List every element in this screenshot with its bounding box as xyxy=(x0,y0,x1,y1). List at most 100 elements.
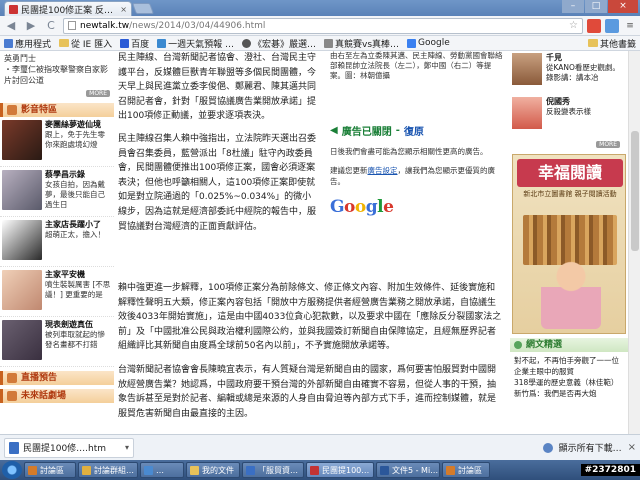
featured-link[interactable]: 新竹爲：我們是否再大炮 xyxy=(514,388,624,399)
start-button[interactable] xyxy=(2,461,22,479)
bookmark-star-icon[interactable]: ☆ xyxy=(569,20,578,31)
vertical-scrollbar[interactable] xyxy=(628,51,640,434)
apps-icon xyxy=(4,38,13,48)
chevron-down-icon[interactable]: ▾ xyxy=(125,443,129,452)
taskbar-item-active[interactable]: 民團提100… xyxy=(306,462,374,478)
left-top-text[interactable]: 英勇鬥士 ・李璽仁被指攻擊警察自家影片討回公道 xyxy=(0,51,114,88)
close-window-button[interactable]: × xyxy=(608,0,638,13)
watermark-badge: #2372801 xyxy=(580,464,640,476)
list-item[interactable]: 現表劍遊真伍 被列車取就起的慘發名畫都不打錯 xyxy=(0,317,114,367)
taskbar-item[interactable]: 文件5 - Mi… xyxy=(376,462,440,478)
taskbar-item[interactable]: 討論區 xyxy=(442,462,490,478)
baidu-icon xyxy=(120,38,130,48)
bookmark-weather[interactable]: 一週天氣預報 … xyxy=(157,37,234,50)
google-logo: Google xyxy=(330,197,394,217)
undo-link[interactable]: 復原 xyxy=(404,123,424,138)
tab-strip: 民團提100修正案 反… × – □ × xyxy=(0,0,640,16)
bookmark-apps[interactable]: 應用程式 xyxy=(4,37,51,50)
more-button[interactable]: MORE xyxy=(596,141,620,148)
article-paragraph-2: 民主陣線召集人賴中強指出，立法院昨天選出召委員會召集委員，藍營派出「8杜議」駐守… xyxy=(118,133,317,232)
featured-list: 對不起，不再怕手旁觀了一一位企業主眼中的服貿 318學運的歷史意義（林佳範） 新… xyxy=(510,352,628,402)
thumbnail xyxy=(2,120,42,160)
list-item[interactable]: 主家店長躍小了 超萌正太，擔入！ xyxy=(0,217,114,267)
bookmark-baidu[interactable]: 百度 xyxy=(120,37,149,50)
taskbar-item[interactable]: 討論區 xyxy=(24,462,76,478)
show-all-downloads[interactable]: 顯示所有下載… xyxy=(542,441,622,454)
extension-icon[interactable] xyxy=(587,18,601,33)
reload-button[interactable]: C xyxy=(43,18,59,34)
article-paragraph-4: 台灣新聞記者協會會長陳曉宜表示，有人質疑台灣是新聞自由的國家，爲何要害怕服貿對中… xyxy=(118,365,497,419)
list-item[interactable]: 主家平安機 噴生裝製厲害 [不思議！] 更重要的是 xyxy=(0,267,114,317)
banner-subtitle: 新北市立圖書館 親子閱讀活動 xyxy=(523,190,617,198)
banner-title: 幸福閱讀 xyxy=(517,159,623,187)
right-list-item[interactable]: 千見 從KANO看歷史觀劇。錄影講：講本冶 xyxy=(510,51,628,95)
ad-settings-link[interactable]: 廣告設定 xyxy=(368,166,398,175)
ad-area: 由右至左為立委陳其邁、民主陣線、勞動黨國會聯絡部賴昆帥立法院長（左二），鄭中國（… xyxy=(330,51,505,281)
featured-link[interactable]: 318學運的歷史意義（林佳範） xyxy=(514,377,624,388)
tab-close-icon[interactable]: × xyxy=(120,5,127,14)
windows-taskbar: 討論區 討論群組… … 我的文件 「服貿資… 民團提100… 文件5 - Mi…… xyxy=(0,460,640,480)
page-icon xyxy=(324,38,333,48)
arrow-left-icon: ◀ xyxy=(330,125,338,136)
list-item[interactable]: 蔡學昌示錄 女孩自拍，因為戴夢，最後只能自己過生日 xyxy=(0,167,114,217)
download-item[interactable]: 民團提100修….htm ▾ xyxy=(4,437,134,458)
right-sidebar: 千見 從KANO看歷史觀劇。錄影講：講本冶 倪國秀 反殺變表示樣 MORE 幸福閱讀… xyxy=(510,51,628,434)
weather-icon xyxy=(157,38,167,48)
folder-icon xyxy=(59,39,70,47)
close-download-bar-icon[interactable]: × xyxy=(628,442,636,453)
video-icon xyxy=(7,105,17,115)
section-theater: 未來話劇場 xyxy=(0,389,114,403)
document-icon xyxy=(9,441,19,454)
forward-button[interactable]: ▶ xyxy=(23,18,39,34)
download-filename: 民團提100修….htm xyxy=(23,444,107,454)
live-icon xyxy=(7,373,17,383)
browser-tab[interactable]: 民團提100修正案 反… × xyxy=(4,1,132,16)
google-icon xyxy=(407,38,417,48)
photo-caption: 由右至左為立委陳其邁、民主陣線、勞動黨國會聯絡部賴昆帥立法院長（左二），鄭中國（… xyxy=(330,51,503,80)
taskbar-item[interactable]: 我的文件 xyxy=(186,462,240,478)
featured-link[interactable]: 對不起，不再怕手旁觀了一一位企業主眼中的服貿 xyxy=(514,355,624,377)
scrollbar-thumb[interactable] xyxy=(631,131,639,251)
thumbnail xyxy=(2,270,42,310)
acer-icon xyxy=(241,38,251,48)
taskbar-item[interactable]: 「服貿資… xyxy=(242,462,304,478)
maximize-button[interactable]: □ xyxy=(585,0,607,13)
taskbar-item[interactable]: … xyxy=(140,462,184,478)
other-bookmarks[interactable]: 其他書籤 xyxy=(587,37,636,50)
extension-icon-2[interactable] xyxy=(605,18,619,33)
thumbnail xyxy=(2,320,42,360)
article-paragraph-3: 賴中強更進一步解釋，100項修正案分為前除條文、修正條文內容、附加生效條件、延後… xyxy=(118,283,502,352)
folder-icon xyxy=(587,39,598,47)
child-reading-image xyxy=(541,259,601,329)
page-icon xyxy=(68,21,76,30)
address-bar[interactable]: newtalk.tw/news/2014/03/04/44906.html ☆ xyxy=(63,17,583,34)
ad-closed-notice: ◀ 廣告已關閉 - 復原 xyxy=(330,123,424,138)
bookmark-ie-import[interactable]: 從 IE 匯入 xyxy=(59,37,112,50)
reading-banner-ad[interactable]: 幸福閱讀 新北市立圖書館 親子閱讀活動 xyxy=(512,154,626,334)
window-controls: – □ × xyxy=(562,0,638,13)
thumbnail xyxy=(2,220,42,260)
article-paragraph-1: 民主陣線、台灣新聞記者協會、澄社、台灣民主守護平台，反媒體巨獸青年聯盟等多個民間… xyxy=(118,53,317,122)
list-item[interactable]: 麥團絲夢遊仙境 跟上，免于先生零你來跑處境幻燈 xyxy=(0,117,114,167)
thumbnail xyxy=(512,53,542,85)
section-featured: 網文精選 xyxy=(510,338,628,352)
bookmark-google[interactable]: Google xyxy=(407,38,450,48)
right-list-item[interactable]: 倪國秀 反殺變表示樣 xyxy=(510,95,628,139)
back-button[interactable]: ◀ xyxy=(3,18,19,34)
ad-note: 日後我們會盡可能為您顯示相關性更高的廣告。 xyxy=(330,147,488,156)
theater-icon xyxy=(7,391,17,401)
bookmark-acer[interactable]: 《宏碁》嚴選… xyxy=(241,37,316,50)
new-tab-button[interactable] xyxy=(131,3,155,14)
section-video: 影音特區 xyxy=(0,103,114,117)
thumbnail xyxy=(512,97,542,129)
left-sidebar: 英勇鬥士 ・李璽仁被指攻擊警察自家影片討回公道 MORE 影音特區 麥團絲夢遊仙… xyxy=(0,51,114,434)
browser-toolbar: ◀ ▶ C newtalk.tw/news/2014/03/04/44906.h… xyxy=(0,16,640,36)
url-path: /news/2014/03/04/44906.html xyxy=(129,20,266,31)
more-button[interactable]: MORE xyxy=(86,90,110,97)
menu-icon[interactable]: ≡ xyxy=(623,19,637,33)
minimize-button[interactable]: – xyxy=(562,0,584,13)
taskbar-item[interactable]: 討論群組… xyxy=(78,462,138,478)
bookmark-contest[interactable]: 真競賽vs真棒… xyxy=(324,37,399,50)
tab-title: 民團提100修正案 反… xyxy=(21,5,114,16)
ad-settings-note: 建議您更新廣告設定，讓我們為您顯示更優質的廣告。 xyxy=(330,166,495,186)
